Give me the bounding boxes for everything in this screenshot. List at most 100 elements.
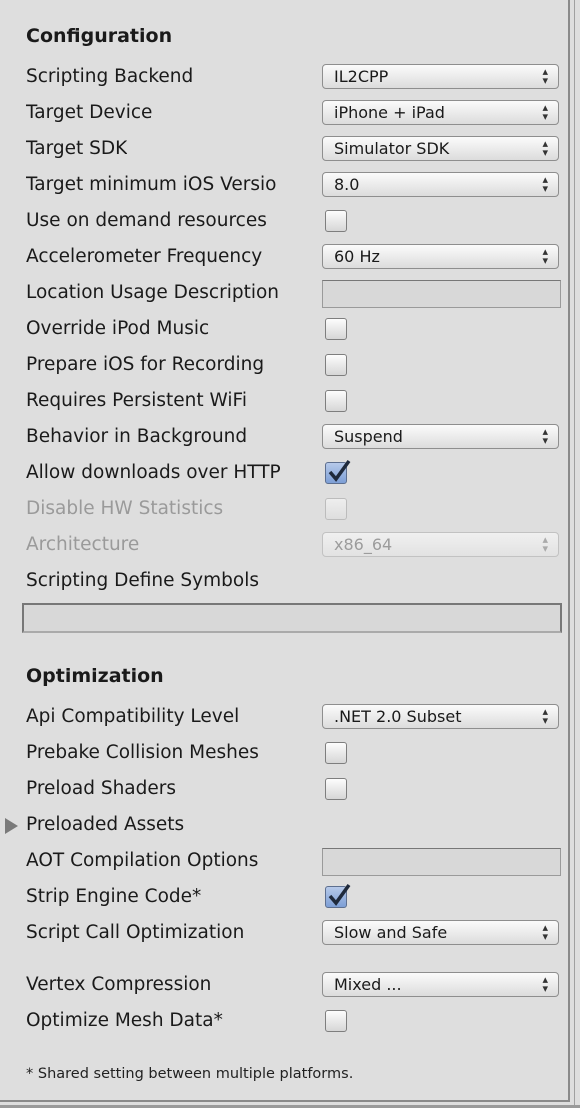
value: .NET 2.0 Subset	[334, 707, 462, 726]
target-min-ios-row: Target minimum iOS Versio 8.0 ▴ ▾	[0, 171, 566, 201]
label: Target Device	[26, 102, 153, 123]
strip-engine-checkbox[interactable]	[325, 883, 351, 908]
updown-arrow-icon: ▴ ▾	[542, 533, 548, 555]
label: Allow downloads over HTTP	[26, 462, 281, 483]
scrollbar-edge	[574, 0, 575, 1108]
section-header-configuration: Configuration	[26, 25, 173, 47]
on-demand-row: Use on demand resources	[0, 207, 566, 237]
target-sdk-dropdown[interactable]: Simulator SDK ▴ ▾	[322, 136, 559, 161]
label: Target minimum iOS Versio	[26, 174, 277, 195]
updown-arrow-icon: ▴ ▾	[542, 425, 548, 447]
label: Scripting Define Symbols	[26, 570, 259, 591]
script-call-row: Script Call Optimization Slow and Safe ▴ ▾	[0, 919, 566, 949]
vertex-compression-row: Vertex Compression Mixed ... ▴ ▾	[0, 971, 566, 1001]
label: Preload Shaders	[26, 778, 177, 799]
target-device-row: Target Device iPhone + iPad ▴ ▾	[0, 99, 566, 129]
api-level-dropdown[interactable]: .NET 2.0 Subset ▴ ▾	[322, 704, 559, 729]
disable-hw-stats-row: Disable HW Statistics	[0, 495, 566, 525]
label: Prebake Collision Meshes	[26, 742, 259, 763]
optimize-mesh-checkbox[interactable]	[325, 1010, 347, 1032]
value: x86_64	[334, 535, 393, 554]
checkmark-icon	[328, 883, 351, 906]
persistent-wifi-checkbox[interactable]	[325, 390, 347, 412]
updown-arrow-icon: ▴ ▾	[542, 137, 548, 159]
accelerometer-row: Accelerometer Frequency 60 Hz ▴ ▾	[0, 243, 566, 273]
value: 60 Hz	[334, 247, 380, 266]
label: Vertex Compression	[26, 974, 212, 995]
label: Location Usage Description	[26, 282, 280, 303]
label: Script Call Optimization	[26, 922, 245, 943]
allow-http-checkbox[interactable]	[325, 459, 351, 484]
section-header-optimization: Optimization	[26, 665, 164, 687]
preload-shaders-row: Preload Shaders	[0, 775, 566, 805]
optimize-mesh-row: Optimize Mesh Data*	[0, 1007, 566, 1037]
define-symbols-input[interactable]	[22, 603, 562, 633]
label: AOT Compilation Options	[26, 850, 259, 871]
label: Preloaded Assets	[26, 814, 185, 835]
value: IL2CPP	[334, 67, 389, 86]
override-ipod-checkbox[interactable]	[325, 318, 347, 340]
prepare-recording-checkbox[interactable]	[325, 354, 347, 376]
label: Override iPod Music	[26, 318, 210, 339]
define-symbols-row: Scripting Define Symbols	[0, 567, 566, 597]
label: Disable HW Statistics	[26, 498, 224, 519]
target-min-ios-dropdown[interactable]: 8.0 ▴ ▾	[322, 172, 559, 197]
label: Architecture	[26, 534, 140, 555]
on-demand-checkbox[interactable]	[325, 210, 347, 232]
expand-triangle-icon[interactable]	[5, 818, 18, 834]
updown-arrow-icon: ▴ ▾	[542, 921, 548, 943]
architecture-row: Architecture x86_64 ▴ ▾	[0, 531, 566, 561]
updown-arrow-icon: ▴ ▾	[542, 173, 548, 195]
preload-shaders-checkbox[interactable]	[325, 778, 347, 800]
location-usage-input[interactable]	[322, 280, 561, 308]
label: Prepare iOS for Recording	[26, 354, 265, 375]
allow-http-row: Allow downloads over HTTP	[0, 459, 566, 489]
value: Simulator SDK	[334, 139, 450, 158]
shared-setting-footnote: * Shared setting between multiple platfo…	[26, 1066, 354, 1082]
value: Slow and Safe	[334, 923, 448, 942]
label: Strip Engine Code*	[26, 886, 202, 907]
label: Optimize Mesh Data*	[26, 1010, 223, 1031]
label: Behavior in Background	[26, 426, 248, 447]
updown-arrow-icon: ▴ ▾	[542, 973, 548, 995]
scripting-backend-row: Scripting Backend IL2CPP ▴ ▾	[0, 63, 566, 93]
panel-border-bottom	[0, 1100, 570, 1102]
label: Target SDK	[26, 138, 128, 159]
api-level-row: Api Compatibility Level .NET 2.0 Subset ▴ ▾	[0, 703, 566, 733]
behavior-background-dropdown[interactable]: Suspend ▴ ▾	[322, 424, 559, 449]
value: Mixed ...	[334, 975, 402, 994]
prepare-recording-row: Prepare iOS for Recording	[0, 351, 566, 381]
value: 8.0	[334, 175, 360, 194]
value: Suspend	[334, 427, 403, 446]
label: Accelerometer Frequency	[26, 246, 263, 267]
prebake-checkbox[interactable]	[325, 742, 347, 764]
architecture-dropdown: x86_64 ▴ ▾	[322, 532, 559, 557]
aot-row: AOT Compilation Options	[0, 847, 566, 877]
behavior-background-row: Behavior in Background Suspend ▴ ▾	[0, 423, 566, 453]
accelerometer-dropdown[interactable]: 60 Hz ▴ ▾	[322, 244, 559, 269]
target-device-dropdown[interactable]: iPhone + iPad ▴ ▾	[322, 100, 559, 125]
script-call-dropdown[interactable]: Slow and Safe ▴ ▾	[322, 920, 559, 945]
checkmark-icon	[328, 459, 351, 482]
scripting-backend-dropdown[interactable]: IL2CPP ▴ ▾	[322, 64, 559, 89]
updown-arrow-icon: ▴ ▾	[542, 65, 548, 87]
label: Scripting Backend	[26, 66, 194, 87]
target-sdk-row: Target SDK Simulator SDK ▴ ▾	[0, 135, 566, 165]
updown-arrow-icon: ▴ ▾	[542, 705, 548, 727]
updown-arrow-icon: ▴ ▾	[542, 101, 548, 123]
label: Api Compatibility Level	[26, 706, 240, 727]
label: Use on demand resources	[26, 210, 267, 231]
aot-input[interactable]	[322, 848, 561, 876]
preloaded-assets-row[interactable]: Preloaded Assets	[0, 811, 566, 841]
prebake-row: Prebake Collision Meshes	[0, 739, 566, 769]
updown-arrow-icon: ▴ ▾	[542, 245, 548, 267]
value: iPhone + iPad	[334, 103, 445, 122]
disable-hw-stats-checkbox	[325, 498, 347, 520]
persistent-wifi-row: Requires Persistent WiFi	[0, 387, 566, 417]
strip-engine-row: Strip Engine Code*	[0, 883, 566, 913]
vertex-compression-dropdown[interactable]: Mixed ... ▴ ▾	[322, 972, 559, 997]
label: Requires Persistent WiFi	[26, 390, 247, 411]
panel-border	[568, 0, 570, 1101]
location-usage-row: Location Usage Description	[0, 279, 566, 309]
override-ipod-row: Override iPod Music	[0, 315, 566, 345]
